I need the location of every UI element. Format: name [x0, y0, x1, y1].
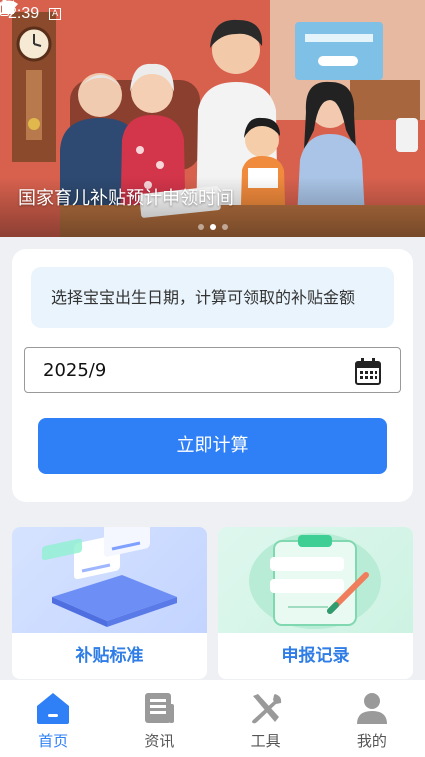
calculator-card: 选择宝宝出生日期，计算可领取的补贴金额 2025/9 立即计算: [12, 249, 413, 502]
application-records-card[interactable]: 申报记录: [218, 527, 413, 679]
tab-profile-label: 我的: [356, 732, 387, 750]
carousel-dot[interactable]: [221, 224, 228, 230]
status-bar: 2:39 A: [0, 0, 425, 28]
birth-date-value: 2025/9: [43, 359, 107, 381]
carousel-dots: [0, 224, 425, 230]
birth-date-input[interactable]: 2025/9: [24, 347, 401, 393]
calculate-button[interactable]: 立即计算: [38, 418, 387, 474]
tab-home-label: 首页: [38, 732, 69, 750]
bottom-tab-bar: 首页 资讯 工具 我的: [0, 680, 425, 757]
calendar-icon[interactable]: [354, 357, 382, 385]
application-records-label: 申报记录: [281, 646, 350, 666]
profile-icon: [356, 693, 387, 724]
home-icon: [37, 693, 70, 724]
news-icon: [145, 693, 175, 723]
tab-news-label: 资讯: [144, 732, 175, 750]
banner-carousel[interactable]: 2:39 A 国家育儿补贴预计申领时间: [0, 0, 425, 237]
tab-tools-label: 工具: [250, 732, 281, 750]
clipboard-illustration: [249, 533, 381, 629]
banner-caption: 国家育儿补贴预计申领时间: [18, 188, 234, 209]
tab-profile[interactable]: 我的: [319, 680, 425, 757]
status-indicator: A: [49, 8, 62, 20]
tab-tools[interactable]: 工具: [213, 680, 319, 757]
battery-icon: [0, 0, 9, 16]
calculator-tip: 选择宝宝出生日期，计算可领取的补贴金额: [31, 267, 394, 328]
tv-screen: [295, 22, 383, 80]
tab-news[interactable]: 资讯: [106, 680, 212, 757]
tab-home[interactable]: 首页: [0, 680, 106, 757]
carousel-dot[interactable]: [197, 224, 204, 230]
tools-icon: [251, 694, 281, 724]
carousel-dot-active[interactable]: [209, 224, 216, 230]
subsidy-standard-label: 补贴标准: [75, 646, 144, 666]
subsidy-standard-card[interactable]: 补贴标准: [12, 527, 207, 679]
documents-illustration: [42, 527, 177, 627]
